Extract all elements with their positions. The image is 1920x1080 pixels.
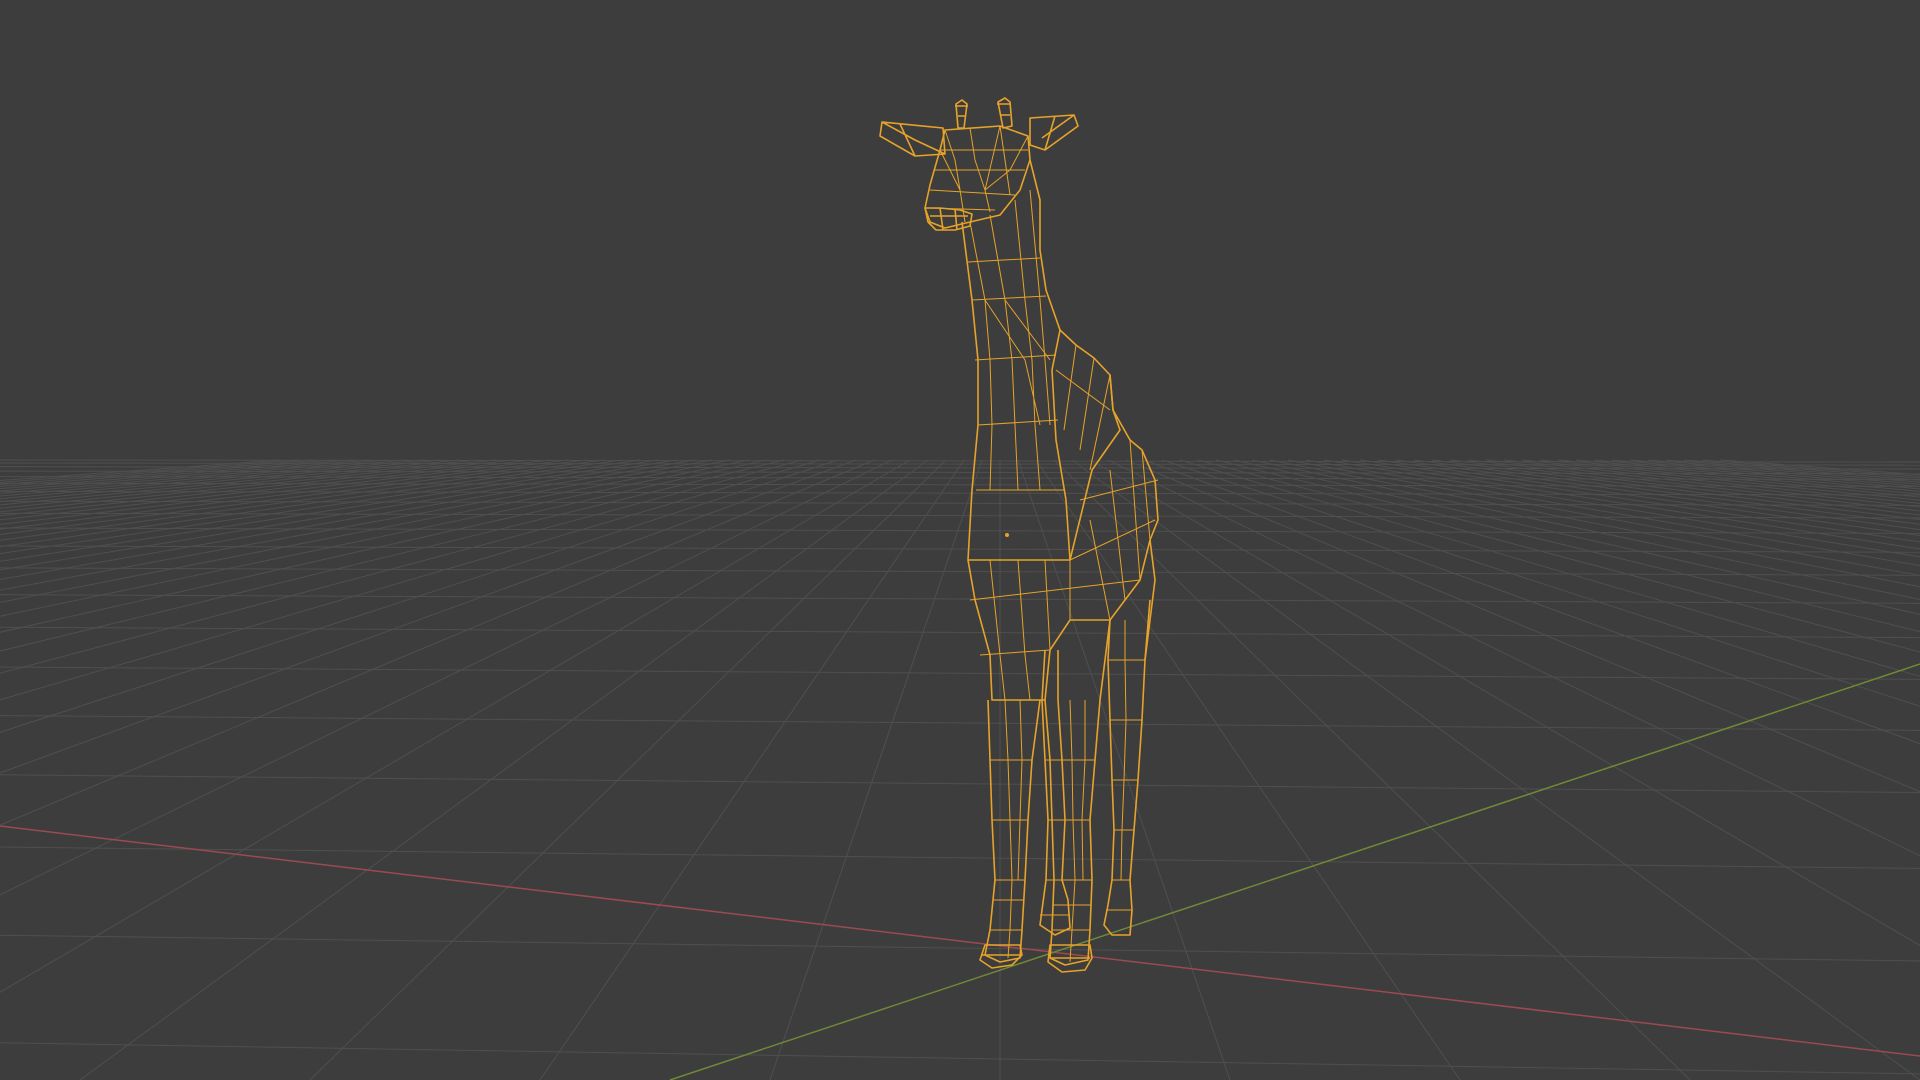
y-axis-line (669, 663, 1920, 1080)
grid-line (1719, 459, 1920, 476)
grid-line (1647, 459, 1920, 483)
grid-line (1233, 459, 1920, 615)
grid-line (0, 459, 875, 826)
grid-line (1161, 459, 1920, 707)
grid-line (1485, 459, 1920, 508)
viewport-canvas[interactable] (0, 0, 1920, 1080)
grid-line (79, 459, 929, 1080)
neck-mesh (967, 189, 1064, 491)
grid-line (0, 1042, 1920, 1075)
grid-line (0, 567, 1920, 576)
left-horn (955, 99, 968, 129)
back (1059, 329, 1121, 561)
front-left-leg-mesh (990, 699, 1032, 959)
grid-line (0, 459, 461, 506)
grid-line (1521, 459, 1920, 501)
grid-line (0, 934, 1920, 962)
grid-line (1143, 459, 1920, 745)
body-mesh (969, 439, 1159, 701)
grid-line (0, 594, 1920, 604)
grid-line (0, 459, 425, 500)
grid-line (0, 459, 731, 603)
grid-line (1467, 459, 1920, 512)
grid-line (1593, 459, 1920, 490)
hind-left-leg (1039, 649, 1071, 936)
grid-line (1071, 459, 1920, 1080)
grid-line (0, 459, 623, 548)
grid-line (1125, 459, 1920, 793)
grid-line (0, 459, 281, 481)
grid-line (0, 459, 641, 555)
right-ear (1029, 114, 1079, 151)
grid-line (1557, 459, 1920, 495)
grid-line (1251, 459, 1920, 601)
grid-line (1215, 459, 1920, 633)
back-mesh (1055, 344, 1111, 471)
grid-line (0, 459, 317, 485)
front-right-leg-mesh (1050, 699, 1095, 963)
grid-line (1323, 459, 1920, 558)
grid-line (1611, 459, 1920, 487)
grid-line (1197, 459, 1920, 653)
grid-line (0, 626, 1920, 639)
grid-line (0, 459, 569, 530)
hind-right-leg (1103, 599, 1151, 936)
grid-line (1503, 459, 1920, 504)
grid-line (0, 459, 785, 652)
grid-line (0, 459, 911, 993)
grid-line (1683, 459, 1920, 479)
grid-line (1341, 459, 1920, 550)
grid-line (0, 459, 587, 536)
grid-line (0, 459, 821, 701)
grid-line (0, 715, 1920, 731)
grid-line (1035, 459, 1461, 1080)
grid-line (0, 459, 677, 571)
grid-line (539, 459, 965, 1080)
front-right-leg (1044, 619, 1111, 966)
grid-line (1395, 459, 1920, 531)
grid-line (0, 846, 1920, 869)
grid-line (309, 459, 947, 1080)
object-origin-dot (1005, 533, 1009, 537)
grid-line (1629, 459, 1920, 485)
grid-line (0, 459, 659, 562)
grid-line (1359, 459, 1920, 543)
right-horn (997, 97, 1013, 129)
grid-line (1053, 459, 1691, 1080)
grid-line (0, 459, 497, 513)
grid-line (0, 459, 839, 733)
3d-viewport[interactable] (0, 0, 1920, 1080)
grid-line (0, 500, 1920, 506)
grid-line (0, 459, 479, 509)
grid-line (1701, 459, 1920, 477)
grid-line (0, 459, 443, 503)
grid-line (0, 459, 857, 774)
grid-line (0, 459, 749, 617)
left-ear (879, 121, 946, 157)
x-axis-line (0, 825, 1920, 1057)
grid-line (0, 459, 335, 487)
grid-line (0, 459, 893, 896)
grid-line (0, 459, 713, 591)
front-left-leg (984, 699, 1041, 963)
grid-line (1287, 459, 1920, 577)
grid-line (0, 459, 551, 525)
floor-grid (0, 459, 1920, 1080)
grid-line (0, 666, 1920, 680)
grid-line (0, 459, 389, 494)
grid-line (1179, 459, 1920, 677)
giraffe-mesh[interactable] (879, 97, 1159, 973)
